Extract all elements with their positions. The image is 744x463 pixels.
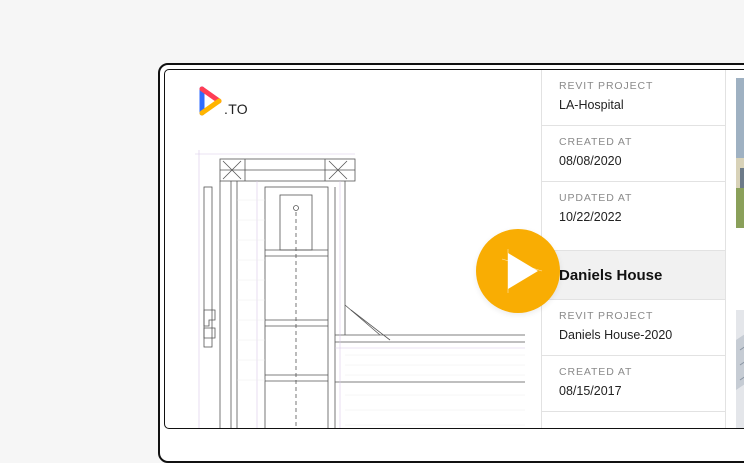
logo-icon xyxy=(199,86,222,116)
play-video-button[interactable] xyxy=(476,229,560,313)
project-details-panel: REVIT PROJECT LA-Hospital CREATED AT 08/… xyxy=(541,70,744,428)
field-label: REVIT PROJECT xyxy=(559,80,654,92)
field-label: UPDATED AT xyxy=(559,192,633,204)
field-value: 10/22/2022 xyxy=(559,210,622,224)
field-created-at: CREATED AT 08/08/2020 xyxy=(542,126,726,182)
field-updated-at: UPDATED AT 10/22/2022 xyxy=(542,182,726,238)
project-title: Daniels House xyxy=(559,266,663,284)
field-revit-project: REVIT PROJECT LA-Hospital xyxy=(542,70,726,126)
field-label: CREATED AT xyxy=(559,366,633,378)
field-label: REVIT PROJECT xyxy=(559,310,654,322)
app-screen: .TO REVIT PROJECT LA-Hospital CREATED AT… xyxy=(164,69,744,429)
field-created-at: CREATED AT 08/15/2017 xyxy=(542,356,726,412)
logo-text: .TO xyxy=(224,101,248,117)
field-value: 08/15/2017 xyxy=(559,384,622,398)
field-value: LA-Hospital xyxy=(559,98,624,112)
project-header-daniels-house[interactable]: Daniels House xyxy=(542,250,744,300)
field-value: 08/08/2020 xyxy=(559,154,622,168)
project-thumbnail[interactable] xyxy=(736,310,744,429)
thumbnail-column xyxy=(725,70,744,429)
play-icon xyxy=(501,249,543,293)
field-value: Daniels House-2020 xyxy=(559,328,673,342)
app-logo[interactable]: .TO xyxy=(199,86,248,116)
field-revit-project: REVIT PROJECT Daniels House-2020 xyxy=(542,300,726,356)
project-thumbnail[interactable] xyxy=(736,78,744,238)
field-label: CREATED AT xyxy=(559,136,633,148)
